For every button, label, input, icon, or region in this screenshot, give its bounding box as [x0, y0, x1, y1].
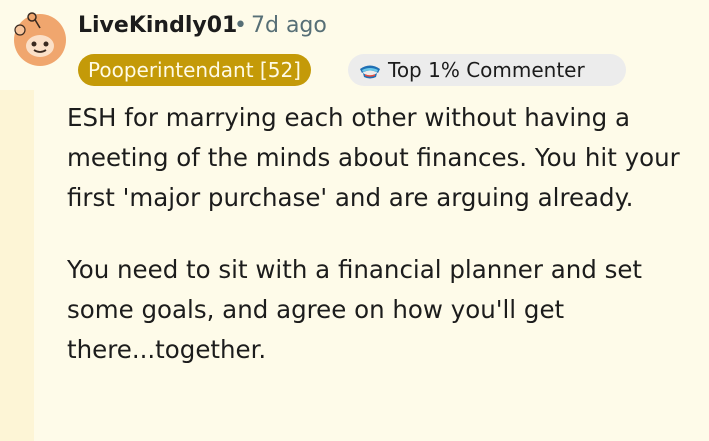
commenter-badge-icon [358, 58, 382, 82]
comment-card: LiveKindly01 • 7d ago Pooperintendant [52… [0, 0, 709, 441]
comment-meta: • 7d ago [232, 12, 327, 40]
achievement-badge[interactable]: Top 1% Commenter [348, 54, 626, 86]
badge-label: Top 1% Commenter [388, 58, 585, 82]
comment-paragraph: You need to sit with a financial planner… [67, 255, 643, 364]
comment-body: ESH for marrying each other without havi… [67, 98, 699, 402]
timestamp[interactable]: 7d ago [251, 13, 327, 38]
user-flair[interactable]: Pooperintendant [52] [78, 54, 311, 86]
username-link[interactable]: LiveKindly01 [78, 12, 237, 40]
snoo-avatar-icon [14, 12, 66, 66]
avatar[interactable] [8, 8, 68, 68]
meta-separator: • [234, 13, 247, 38]
thread-line[interactable] [0, 90, 34, 441]
comment-paragraph: ESH for marrying each other without havi… [67, 103, 680, 212]
